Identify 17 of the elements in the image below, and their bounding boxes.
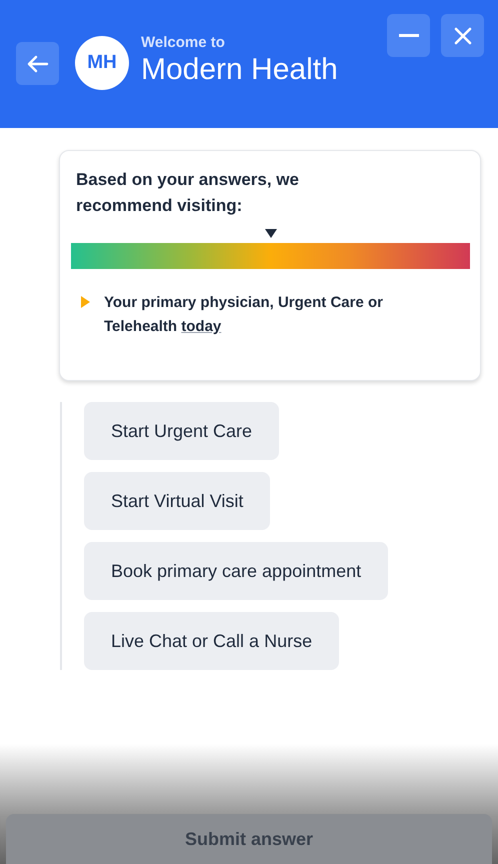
back-arrow-icon [26,54,48,72]
close-button[interactable] [441,14,484,57]
recommendation-heading: Based on your answers, we recommend visiting: [75,169,300,217]
avatar: MH [75,36,129,90]
app-title: Modern Health [141,52,338,88]
option-button[interactable]: Start Virtual Visit [84,472,270,530]
option-button[interactable]: Start Urgent Care [84,402,280,460]
close-icon [454,26,472,44]
option-button[interactable]: Book primary care appointment [84,542,388,600]
bullet-triangle-icon [81,296,90,308]
option-button[interactable]: Live Chat or Call a Nurse [84,612,340,670]
minimize-button[interactable] [387,14,430,57]
today-link[interactable]: today [181,318,222,335]
welcome-subtitle: Welcome to [141,34,226,52]
recommendation-text: Your primary physician, Urgent Care or Telehealth today [104,293,384,337]
minimize-icon [398,34,418,38]
back-button[interactable] [16,42,59,85]
